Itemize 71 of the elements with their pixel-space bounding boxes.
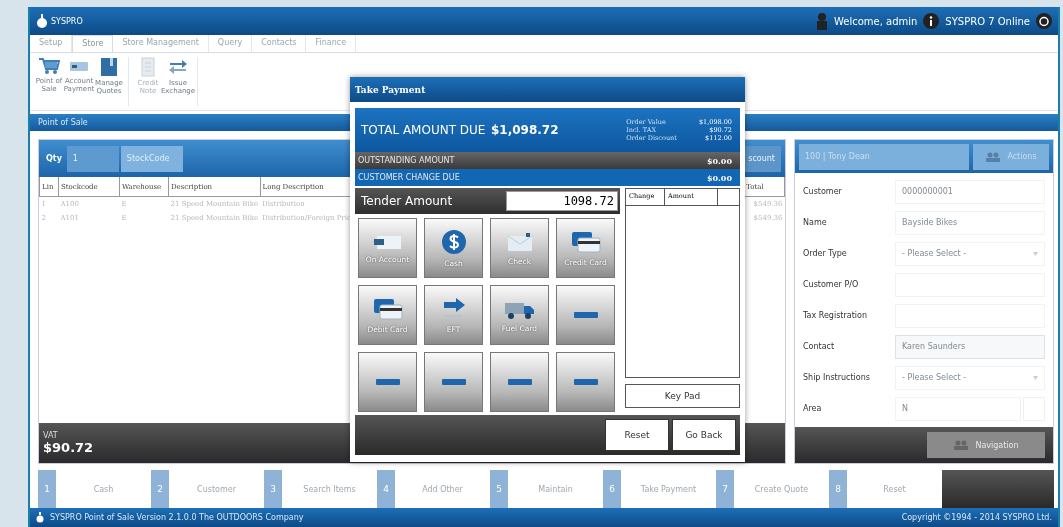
payment-method-button[interactable]: [556, 352, 615, 412]
tender-field[interactable]: 1098.72: [506, 191, 618, 211]
actions-button[interactable]: Actions: [973, 143, 1049, 170]
ribbon-tab[interactable]: Store Management: [113, 35, 209, 52]
field-label: Order Type: [803, 249, 848, 259]
dash-icon: [441, 379, 466, 385]
ribbon-tab[interactable]: Store: [72, 35, 114, 52]
cart-icon: [38, 57, 60, 75]
dialog-title: Take Payment: [355, 84, 426, 95]
ribbon-tab[interactable]: Contacts: [252, 35, 307, 52]
ribbon-tab[interactable]: Finance: [306, 35, 357, 52]
discount-button[interactable]: scount: [742, 145, 781, 172]
ribbon-tab[interactable]: Query: [208, 35, 253, 52]
power-icon[interactable]: [1036, 13, 1052, 29]
field-label: Area: [803, 404, 823, 414]
credit-card-icon: [371, 296, 404, 321]
stockcode-field[interactable]: StockCode: [120, 145, 183, 172]
change-amount: $0.00: [706, 172, 732, 183]
dollar-icon: [440, 228, 467, 255]
dash-icon: [573, 312, 598, 318]
exchange-icon: [167, 57, 189, 77]
input-field[interactable]: Bayside Bikes: [895, 210, 1045, 235]
dash-icon: [507, 379, 532, 385]
field-label: Name: [803, 218, 828, 228]
tender-label: Tender Amount: [361, 194, 454, 208]
info-icon[interactable]: [923, 13, 940, 29]
dash-icon: [573, 379, 598, 385]
account-field[interactable]: 100 | Tony Dean: [799, 143, 969, 170]
dropdown[interactable]: - Please Select -: [895, 241, 1045, 266]
field-label: Contact: [803, 342, 836, 352]
user-icon: [815, 12, 828, 30]
total-amount: $1,098.72: [491, 123, 560, 137]
caret-icon: [1033, 375, 1038, 380]
field-label: Tax Registration: [803, 311, 868, 321]
dash-icon: [375, 379, 400, 385]
caret-icon: [1033, 251, 1038, 256]
field-label: Customer: [803, 187, 843, 197]
book-icon: [98, 57, 120, 77]
people-icon: [985, 151, 1002, 162]
keypad-button[interactable]: Key Pad: [625, 384, 740, 408]
qty-field[interactable]: 1: [66, 145, 119, 172]
logo-icon: [36, 14, 48, 28]
logo-icon: [36, 512, 44, 523]
change-label: CUSTOMER CHANGE DUE: [358, 173, 460, 182]
outstanding-label: OUTSTANDING AMOUNT: [358, 156, 455, 165]
dropdown[interactable]: - Please Select -: [895, 365, 1045, 390]
payment-method-button[interactable]: [424, 352, 483, 412]
navigation-button[interactable]: Navigation: [927, 432, 1045, 459]
credit-card-icon: [569, 229, 602, 254]
dialog-button[interactable]: Reset: [605, 419, 669, 451]
copyright-text: Copyright ©1994 - 2014 SYSPRO Ltd.: [901, 513, 1052, 522]
input-field[interactable]: 0000000001: [895, 179, 1045, 204]
people-icon: [953, 440, 970, 451]
payment-method-button[interactable]: [556, 285, 615, 345]
dialog-button[interactable]: Go Back: [672, 419, 736, 451]
vat-amount: $90.72: [43, 440, 94, 455]
section-title: Point of Sale: [38, 118, 88, 127]
payment-method-button[interactable]: [358, 352, 417, 412]
outstanding-amount: $0.00: [706, 155, 732, 166]
connection-status: SYSPRO 7 Online: [945, 15, 1030, 27]
field-label: Ship Instructions: [803, 373, 871, 383]
input-field[interactable]: Karen Saunders: [895, 334, 1045, 359]
payment-method-button[interactable]: [490, 352, 549, 412]
welcome-text: Welcome, admin: [833, 15, 918, 27]
input-field[interactable]: N: [895, 396, 1021, 421]
vat-label: VAT: [43, 431, 58, 440]
total-label: TOTAL AMOUNT DUE: [361, 123, 487, 137]
field-label: Customer P/O: [803, 280, 860, 290]
version-text: SYSPRO Point of Sale Version 2.1.0.0 The OUTDOORS Company: [50, 513, 304, 522]
qty-label: Qty: [45, 154, 63, 163]
logo-text: SYSPRO: [51, 16, 83, 26]
